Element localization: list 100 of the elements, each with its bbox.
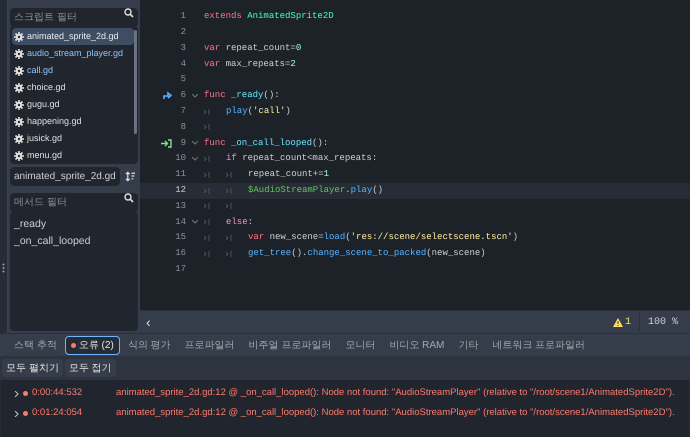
gear-icon <box>14 32 24 42</box>
code-token: (): <box>312 136 328 150</box>
panel-tab[interactable]: 프로파일러 <box>178 336 241 354</box>
panel-tab[interactable]: 비주얼 프로파일러 <box>242 336 338 354</box>
line-number: 4 <box>180 58 186 71</box>
back-button[interactable]: ‹ <box>144 312 153 332</box>
tab-icon <box>226 172 232 178</box>
script-list-item[interactable]: happening.gd <box>12 113 134 130</box>
warning-icon[interactable] <box>612 318 623 326</box>
code-token: var <box>248 231 264 244</box>
script-list-item[interactable]: jusick.gd <box>12 130 134 147</box>
tab-icon <box>226 250 232 257</box>
tab-icon <box>226 188 232 194</box>
line-number: 11 <box>174 168 186 182</box>
gear-icon <box>14 100 24 110</box>
code-token: else <box>226 216 248 228</box>
script-list-item[interactable]: gugu.gd <box>12 96 134 113</box>
error-row[interactable]: 0:01:24:054 animated_sprite_2d.gd:12 @ _on_call_looped(): Node not found: "AudioStreamPlayer" (relative to "/root/scene1/AnimatedSprite2D"). <box>1 405 689 422</box>
line-number: 14 <box>174 216 186 228</box>
panel-tab[interactable]: 모니터 <box>339 336 382 354</box>
tab-icon <box>204 188 210 194</box>
code-token: var <box>204 42 220 55</box>
line-number: 2 <box>180 26 186 39</box>
gear-icon <box>14 150 24 160</box>
code-token: _ready <box>230 89 264 102</box>
line-number: 10 <box>174 152 186 166</box>
code-token: () <box>372 184 384 197</box>
line-number: 16 <box>174 247 186 260</box>
code-token: (). <box>291 247 308 260</box>
code-token: : <box>248 216 254 228</box>
code-token: 'res://scene/selectscene.tscn' <box>350 231 513 244</box>
warning-count: 1 <box>624 316 631 330</box>
panel-button[interactable]: 모두 접기 <box>64 359 116 377</box>
grip-icon[interactable] <box>2 263 5 273</box>
script-list-item[interactable]: animated_sprite_2d.gd <box>12 28 134 45</box>
line-number: 9 <box>180 136 186 150</box>
line-number: 12 <box>174 184 186 197</box>
code-token: var <box>204 58 220 71</box>
tab-icon <box>204 108 210 115</box>
method-list-item[interactable]: _ready <box>14 216 134 233</box>
code-token: extends <box>204 10 242 24</box>
code-token: get_tree <box>248 247 292 260</box>
code-token: 2 <box>290 58 296 71</box>
code-token: play <box>350 184 372 197</box>
panel-button[interactable]: 모두 펼치기 <box>2 359 63 377</box>
code-token: max_repeats= <box>224 58 290 71</box>
panel-tab[interactable]: 네트워크 프로파일러 <box>486 336 592 354</box>
panel-tab[interactable]: 기타 <box>452 336 484 354</box>
search-icon <box>124 193 134 203</box>
code-token: ( <box>345 231 351 244</box>
tab-icon <box>204 156 210 162</box>
method-filter-field[interactable]: 메서드 필터 <box>10 193 138 212</box>
gear-icon <box>14 66 24 76</box>
tab-icon <box>226 235 232 242</box>
tab-icon <box>204 203 210 210</box>
panel-tab[interactable]: 비디오 RAM <box>383 336 450 354</box>
code-token: repeat_count<max_repeats: <box>241 152 378 166</box>
code-token: ) <box>512 231 518 244</box>
line-number: 15 <box>174 231 186 244</box>
script-list-item[interactable]: menu.gd <box>12 147 134 164</box>
code-token: 1 <box>324 168 330 182</box>
line-number: 13 <box>174 200 186 213</box>
method-list-item[interactable]: _on_call_looped <box>14 233 134 250</box>
signal-connection-icon <box>161 138 172 148</box>
tab-icon <box>204 172 210 178</box>
line-number: 17 <box>174 262 186 276</box>
script-filter-field[interactable]: 스크립트 필터 <box>10 8 138 27</box>
panel-tab[interactable]: 스택 추적 <box>8 336 63 354</box>
line-number: 1 <box>180 10 186 24</box>
error-message: animated_sprite_2d.gd:12 @ _on_call_looped(): Node not found: "AudioStreamPlayer" (relative to "/root/scene1/AnimatedSprite2D"). <box>116 386 675 400</box>
search-icon <box>124 8 134 18</box>
tab-icon <box>226 203 232 210</box>
panel-tab[interactable]: 오류 (2) <box>64 336 120 354</box>
code-token: $AudioStreamPlayer <box>248 184 346 197</box>
gear-icon <box>14 82 24 92</box>
code-token: ( <box>248 104 254 118</box>
tab-icon <box>204 219 210 226</box>
gear-icon <box>14 48 24 58</box>
zoom-level[interactable]: 100 % <box>648 314 678 330</box>
code-token: if <box>226 152 237 166</box>
panel-tab[interactable]: 식의 평가 <box>122 336 177 354</box>
code-token: func <box>204 136 226 150</box>
code-token: repeat_count+= <box>248 168 324 182</box>
error-row[interactable]: 0:00:44:532 animated_sprite_2d.gd:12 @ _on_call_looped(): Node not found: "AudioStreamPlayer" (relative to "/root/scene1/AnimatedSprite2D"). <box>1 385 689 402</box>
gear-icon <box>14 116 24 126</box>
scrollbar[interactable] <box>134 30 137 134</box>
script-list-item[interactable]: choice.gd <box>12 79 134 96</box>
code-token: play <box>226 104 248 118</box>
line-number: 8 <box>180 120 186 134</box>
code-token: (): <box>263 89 280 102</box>
line-number: 5 <box>180 73 186 86</box>
current-script-label: animated_sprite_2d.gd <box>10 167 120 186</box>
code-token: AnimatedSprite2D <box>246 10 334 24</box>
code-token: ) <box>285 104 291 118</box>
code-token: 0 <box>296 42 302 55</box>
script-list-item[interactable]: audio_stream_player.gd <box>12 45 134 62</box>
code-token: load <box>324 231 346 244</box>
script-list-item[interactable]: call.gd <box>12 62 134 79</box>
line-number: 6 <box>180 89 186 102</box>
sort-icon[interactable] <box>124 171 135 182</box>
